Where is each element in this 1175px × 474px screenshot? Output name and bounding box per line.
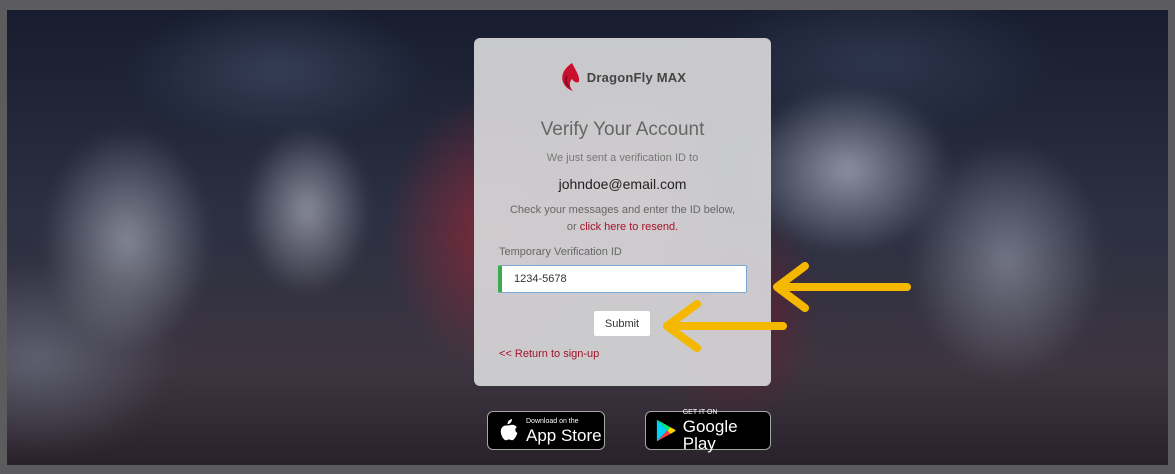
- instructions: Check your messages and enter the ID bel…: [484, 202, 761, 236]
- arrow-left-icon: [663, 300, 787, 352]
- sent-notice: We just sent a verification ID to: [546, 152, 699, 164]
- google-play-badge[interactable]: GET IT ON Google Play: [645, 409, 771, 452]
- dragonfly-flame-logo-icon: [562, 63, 579, 91]
- return-to-signup-link[interactable]: << Return to sign-up: [499, 348, 599, 360]
- page-title: Verify Your Account: [540, 119, 705, 140]
- app-store-text: Download on the App Store: [526, 418, 602, 444]
- resend-link[interactable]: click here to resend.: [580, 221, 678, 233]
- google-play-small-text: GET IT ON: [682, 409, 718, 416]
- apple-icon: [500, 418, 518, 440]
- google-play-icon: [656, 419, 676, 441]
- app-store-small-text: Download on the: [526, 417, 579, 425]
- app-store-badge[interactable]: Download on the App Store: [487, 411, 605, 450]
- app-store-big-text: App Store: [526, 425, 602, 445]
- submit-button[interactable]: Submit: [593, 310, 651, 337]
- instruction-line: Check your messages and enter the ID bel…: [509, 204, 735, 216]
- recipient-email: johndoe@email.com: [558, 176, 687, 192]
- verification-id-label: Temporary Verification ID: [499, 246, 622, 258]
- brand-name: DragonFly MAX: [586, 69, 687, 85]
- verification-id-input[interactable]: [498, 265, 747, 293]
- google-play-big-text: Google Play: [682, 417, 738, 453]
- instruction-or: or: [566, 221, 577, 233]
- brand-header: DragonFly MAX: [474, 62, 771, 92]
- app-frame: DragonFly MAX Verify Your Account We jus…: [7, 10, 1168, 465]
- instruction-resend-line: or click here to resend.: [484, 219, 761, 236]
- google-play-text: GET IT ON Google Play: [683, 409, 770, 452]
